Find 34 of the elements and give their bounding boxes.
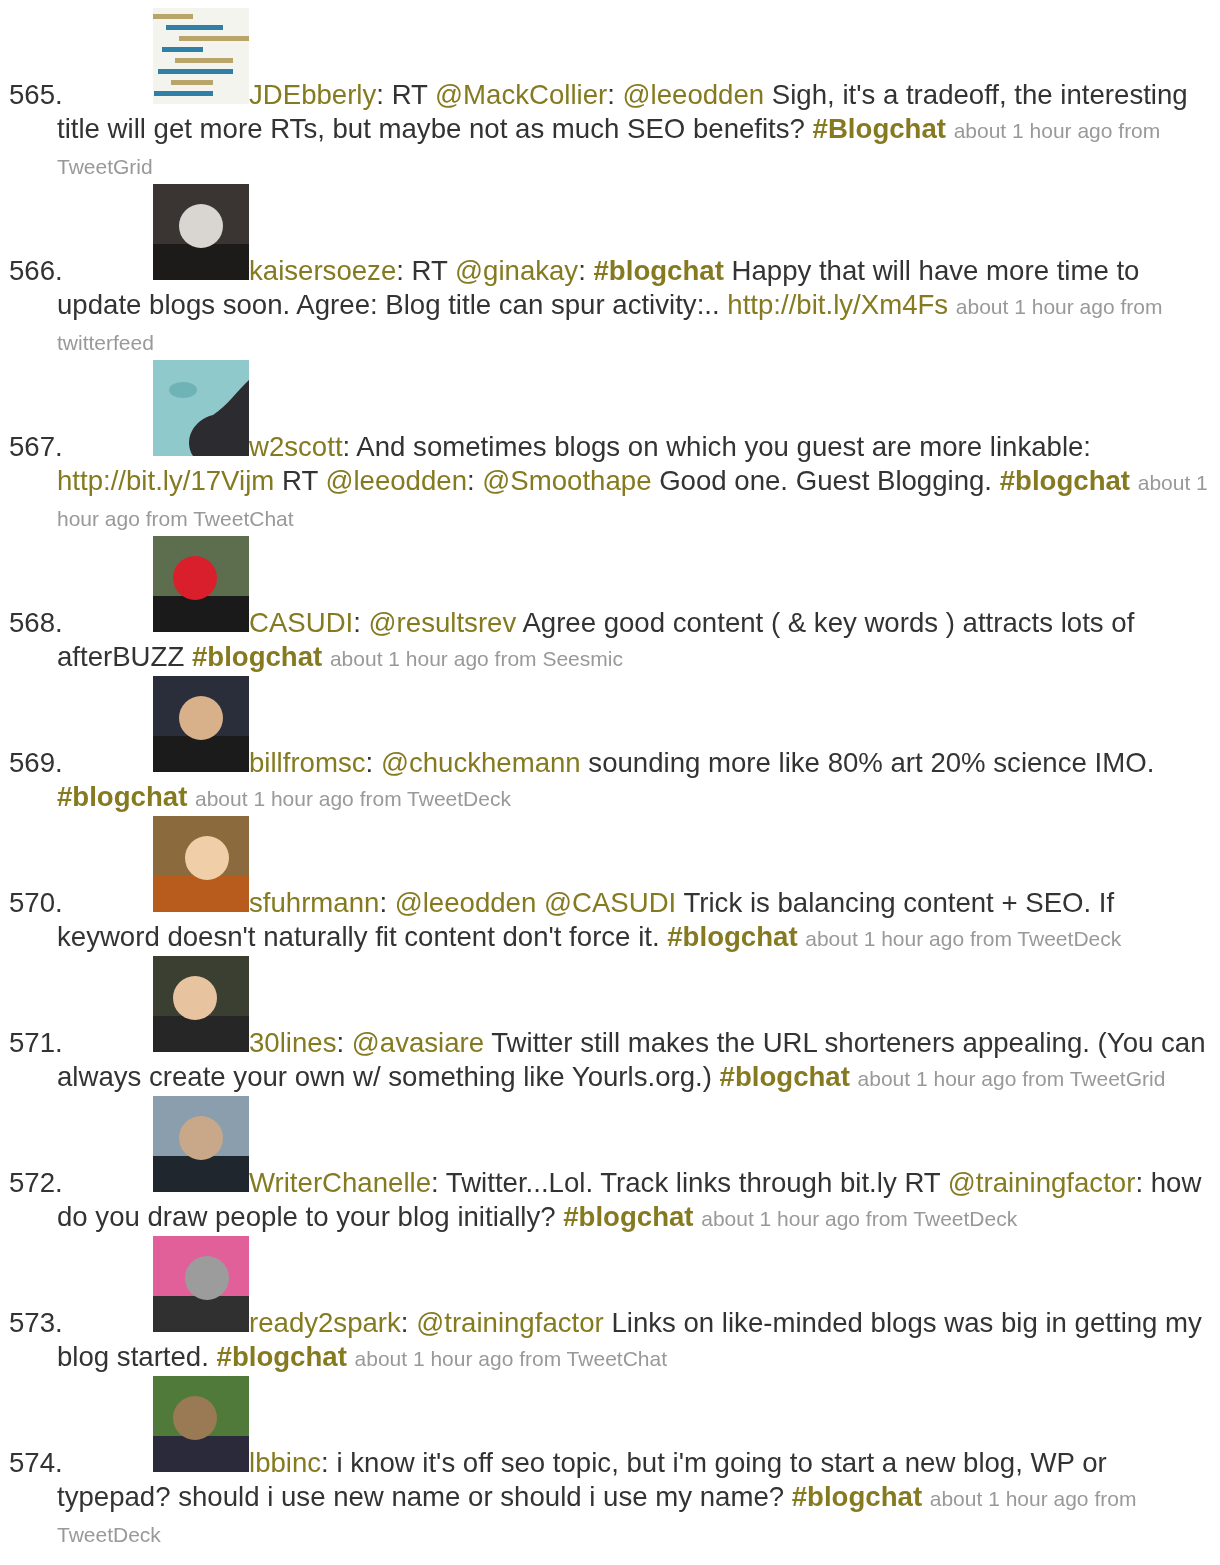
hashtag-link[interactable]: #blogchat: [216, 1341, 347, 1372]
mention-link[interactable]: @trainingfactor: [947, 1167, 1136, 1198]
user-link[interactable]: JDEbberly: [249, 79, 377, 110]
mention-link[interactable]: @trainingfactor: [416, 1307, 604, 1338]
hashtag-link[interactable]: #blogchat: [563, 1201, 694, 1232]
hashtag-link[interactable]: #blogchat: [999, 465, 1131, 496]
user-link[interactable]: lbbinc: [249, 1447, 322, 1478]
mention-link[interactable]: @leeodden: [325, 465, 467, 496]
mention-link[interactable]: @leeodden: [394, 887, 537, 918]
hashtag-link[interactable]: #blogchat: [593, 255, 724, 286]
user-link[interactable]: w2scott: [249, 431, 343, 462]
url-link[interactable]: http://bit.ly/17Vijm: [57, 465, 275, 496]
mention-link[interactable]: @ginakay: [455, 255, 579, 286]
user-link[interactable]: CASUDI: [249, 607, 354, 638]
mention-link[interactable]: @chuckhemann: [380, 747, 581, 778]
hashtag-link[interactable]: #blogchat: [57, 781, 188, 812]
mention-link[interactable]: @MackCollier: [435, 79, 608, 110]
hashtag-link[interactable]: #blogchat: [791, 1481, 923, 1512]
hashtag-link[interactable]: #Blogchat: [812, 113, 946, 144]
user-link[interactable]: kaisersoeze: [249, 255, 397, 286]
mention-link[interactable]: @CASUDI: [544, 887, 677, 918]
user-link[interactable]: billfromsc: [249, 747, 366, 778]
hashtag-link[interactable]: #blogchat: [719, 1061, 850, 1092]
mention-link[interactable]: @Smoothape: [482, 465, 652, 496]
hashtag-link[interactable]: #blogchat: [191, 641, 323, 672]
user-link[interactable]: 30lines: [249, 1027, 337, 1058]
mention-link[interactable]: @resultsrev: [368, 607, 517, 638]
hashtag-link[interactable]: #blogchat: [667, 921, 798, 952]
url-link[interactable]: http://bit.ly/Xm4Fs: [727, 289, 949, 320]
user-link[interactable]: sfuhrmann: [249, 887, 380, 918]
user-link[interactable]: ready2spark: [249, 1307, 401, 1338]
mention-link[interactable]: @leeodden: [622, 79, 765, 110]
user-link[interactable]: WriterChanelle: [249, 1167, 431, 1198]
mention-link[interactable]: @avasiare: [351, 1027, 485, 1058]
